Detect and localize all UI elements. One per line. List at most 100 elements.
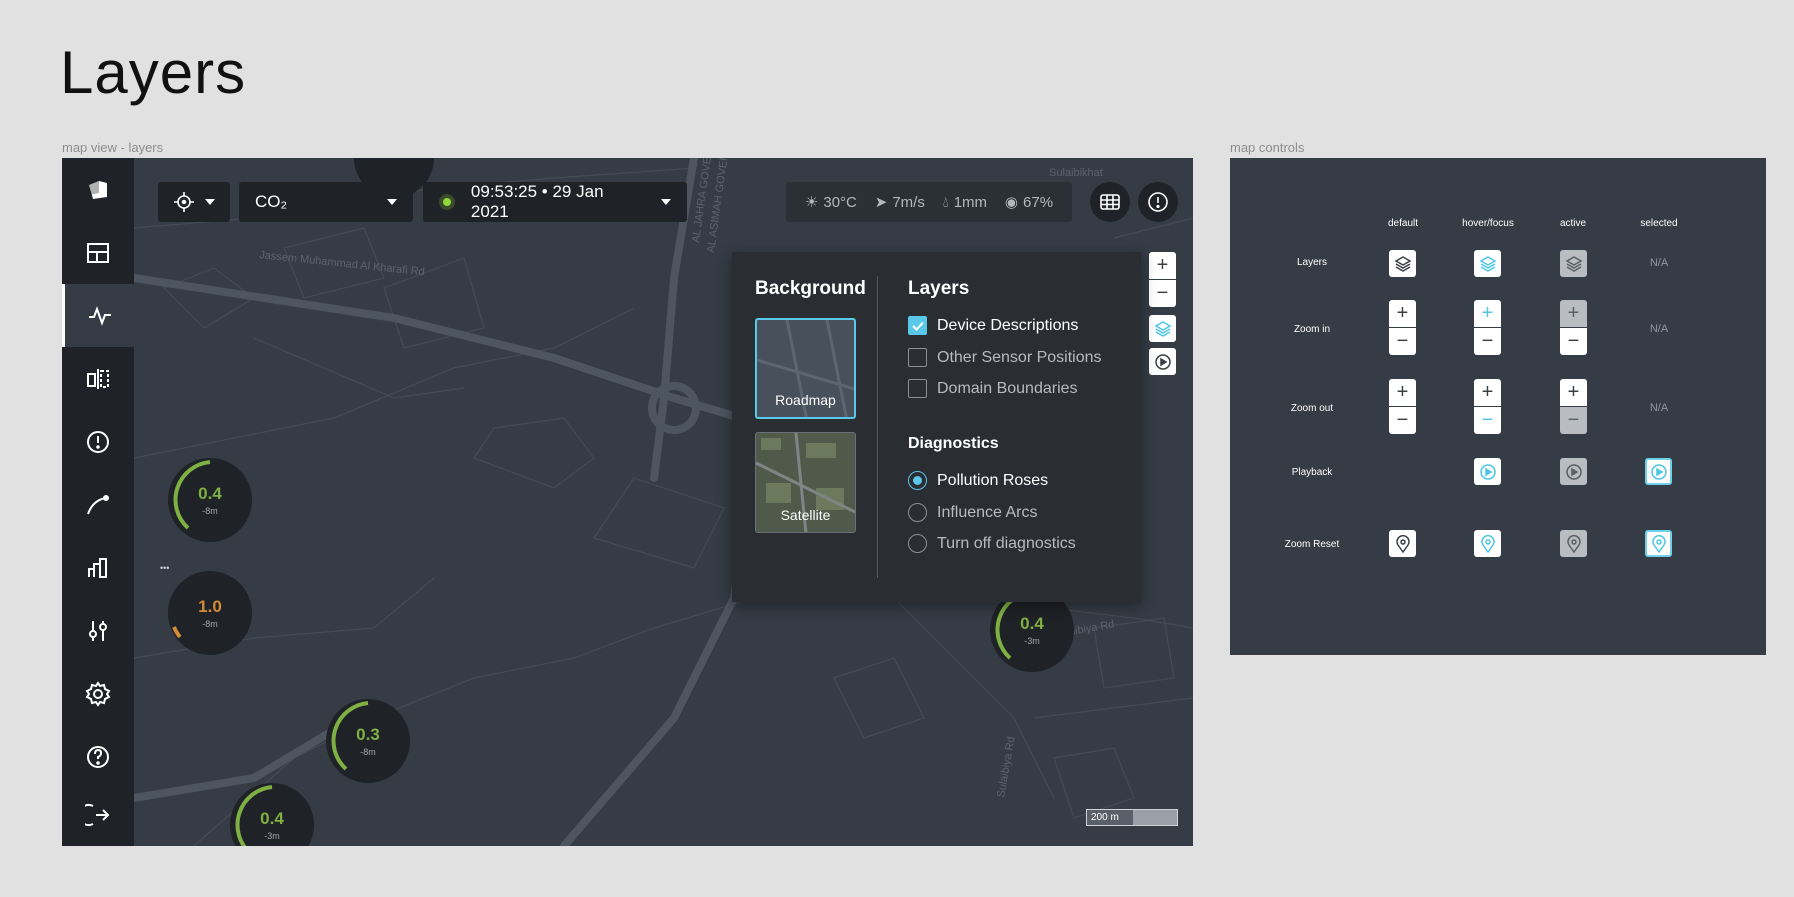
playback-button[interactable] xyxy=(1149,348,1176,375)
layer-other-sensor-positions[interactable]: Other Sensor Positions xyxy=(908,348,1102,367)
plus-icon: + xyxy=(1396,381,1409,403)
checkbox[interactable] xyxy=(908,379,927,398)
zoom-reset-hover[interactable] xyxy=(1474,530,1501,557)
sensor-marker[interactable]: 0.3 -8m xyxy=(326,699,410,783)
layers-active[interactable] xyxy=(1560,250,1587,277)
radio[interactable] xyxy=(908,534,927,553)
playback-active[interactable] xyxy=(1560,458,1587,485)
map-scale: 200 m xyxy=(1086,809,1178,826)
sidebar xyxy=(62,158,134,846)
background-satellite[interactable]: Satellite xyxy=(755,432,856,533)
radio[interactable] xyxy=(908,503,927,522)
minus-icon: − xyxy=(1567,409,1580,431)
sidebar-item-settings[interactable] xyxy=(62,662,134,725)
checkbox-checked[interactable] xyxy=(908,316,927,335)
sidebar-item-help[interactable] xyxy=(62,725,134,788)
live-status-icon xyxy=(439,194,455,210)
row-zoom-reset: Zoom Reset xyxy=(1284,539,1340,550)
radio-selected[interactable] xyxy=(908,471,927,490)
diagnostic-influence-arcs[interactable]: Influence Arcs xyxy=(908,503,1038,522)
chevron-down-icon xyxy=(387,199,397,205)
zoom-in-active-pair[interactable]: + xyxy=(1560,379,1587,406)
layer-domain-boundaries[interactable]: Domain Boundaries xyxy=(908,379,1078,398)
plus-icon: + xyxy=(1481,302,1494,324)
zoom-in-default[interactable]: + xyxy=(1389,300,1416,327)
zoom-out-active[interactable]: − xyxy=(1560,407,1587,434)
zoom-out-button[interactable]: − xyxy=(1149,280,1176,307)
zoom-in-hover-pair[interactable]: + xyxy=(1474,379,1501,406)
crosshair-icon xyxy=(174,192,194,212)
play-icon xyxy=(1479,463,1496,480)
zoom-out-hover[interactable]: − xyxy=(1474,407,1501,434)
checkbox[interactable] xyxy=(908,348,927,367)
layers-icon xyxy=(1393,255,1412,272)
plus-icon: + xyxy=(1567,302,1580,324)
map-view: Sulaibikhat AL JAHRA GOVERNORATE AL ASIM… xyxy=(62,158,1193,846)
zoom-out-hover-pair[interactable]: − xyxy=(1474,328,1501,355)
na-label: N/A xyxy=(1649,402,1669,414)
layers-icon xyxy=(1478,255,1497,272)
sensor-marker[interactable]: 0.4 -3m xyxy=(230,783,314,846)
column-default: default xyxy=(1387,218,1419,229)
humidity-icon: ◉ xyxy=(1004,194,1019,211)
plus-icon: + xyxy=(1396,302,1409,324)
time-select[interactable]: 09:53:25 • 29 Jan 2021 xyxy=(423,182,687,222)
grid-toggle-button[interactable] xyxy=(1090,182,1130,222)
weather-humidity: ◉ 67% xyxy=(1004,193,1054,212)
sensor-marker[interactable]: 0.4 -8m xyxy=(168,458,252,542)
panel-divider xyxy=(877,276,878,578)
weather-rain: 💧︎ 1mm xyxy=(942,193,988,211)
zoom-in-active[interactable]: + xyxy=(1560,300,1587,327)
sidebar-item-trajectory[interactable] xyxy=(62,473,134,536)
sun-icon: ☀ xyxy=(804,194,819,211)
background-roadmap[interactable]: Roadmap xyxy=(755,318,856,419)
locate-dropdown[interactable] xyxy=(158,182,230,222)
curve-icon xyxy=(87,494,109,514)
zoom-out-default-pair[interactable]: − xyxy=(1389,328,1416,355)
playback-selected[interactable] xyxy=(1645,458,1672,485)
pollutant-select[interactable]: CO₂ xyxy=(239,182,413,222)
layer-device-descriptions[interactable]: Device Descriptions xyxy=(908,316,1078,335)
layers-hover[interactable] xyxy=(1474,250,1501,277)
minus-icon: − xyxy=(1396,409,1409,431)
layer-label: Other Sensor Positions xyxy=(937,348,1102,366)
sidebar-item-calibration[interactable] xyxy=(62,599,134,662)
minus-icon: − xyxy=(1156,282,1169,304)
sidebar-item-dashboard[interactable] xyxy=(62,221,134,284)
playback-hover[interactable] xyxy=(1474,458,1501,485)
sidebar-logo[interactable] xyxy=(62,158,134,221)
sidebar-item-statistics[interactable] xyxy=(62,536,134,599)
map-frame-label: map view - layers xyxy=(62,140,164,155)
sensor-marker[interactable]: 1.0 -8m xyxy=(168,571,252,655)
sidebar-item-logout[interactable] xyxy=(62,783,134,846)
zoom-in-default-pair[interactable]: + xyxy=(1389,379,1416,406)
zoom-reset-default[interactable] xyxy=(1389,530,1416,557)
check-icon xyxy=(911,321,924,331)
map-label-sulaibikhat: Sulaibikhat xyxy=(1049,167,1103,179)
diagnostics-heading: Diagnostics xyxy=(908,435,999,452)
minus-icon: − xyxy=(1567,330,1580,352)
diagnostic-pollution-roses[interactable]: Pollution Roses xyxy=(908,471,1048,490)
background-label: Satellite xyxy=(780,507,831,523)
zoom-reset-active[interactable] xyxy=(1560,530,1587,557)
zoom-in-button[interactable]: + xyxy=(1149,252,1176,279)
sidebar-item-alerts[interactable] xyxy=(62,410,134,473)
alert-icon xyxy=(1148,192,1168,212)
zoom-in-hover[interactable]: + xyxy=(1474,300,1501,327)
settings-icon xyxy=(85,680,111,707)
alerts-button[interactable] xyxy=(1138,182,1178,222)
layer-label: Domain Boundaries xyxy=(937,379,1078,397)
layers-default[interactable] xyxy=(1389,250,1416,277)
zoom-reset-selected[interactable] xyxy=(1645,530,1672,557)
zoom-out-active-pair[interactable]: − xyxy=(1560,328,1587,355)
cluster-indicator[interactable]: ••• xyxy=(160,563,169,573)
layers-button[interactable] xyxy=(1149,315,1176,342)
sidebar-item-compare[interactable] xyxy=(62,347,134,410)
minus-icon: − xyxy=(1481,409,1494,431)
map-label-road: Jassem Muhammad Al Kharafi Rd xyxy=(259,249,426,278)
sidebar-item-activity[interactable] xyxy=(62,284,134,347)
row-zoom-in: Zoom in xyxy=(1293,324,1331,335)
diagnostic-turn-off[interactable]: Turn off diagnostics xyxy=(908,534,1076,553)
sliders-icon xyxy=(89,620,107,641)
zoom-out-default[interactable]: − xyxy=(1389,407,1416,434)
